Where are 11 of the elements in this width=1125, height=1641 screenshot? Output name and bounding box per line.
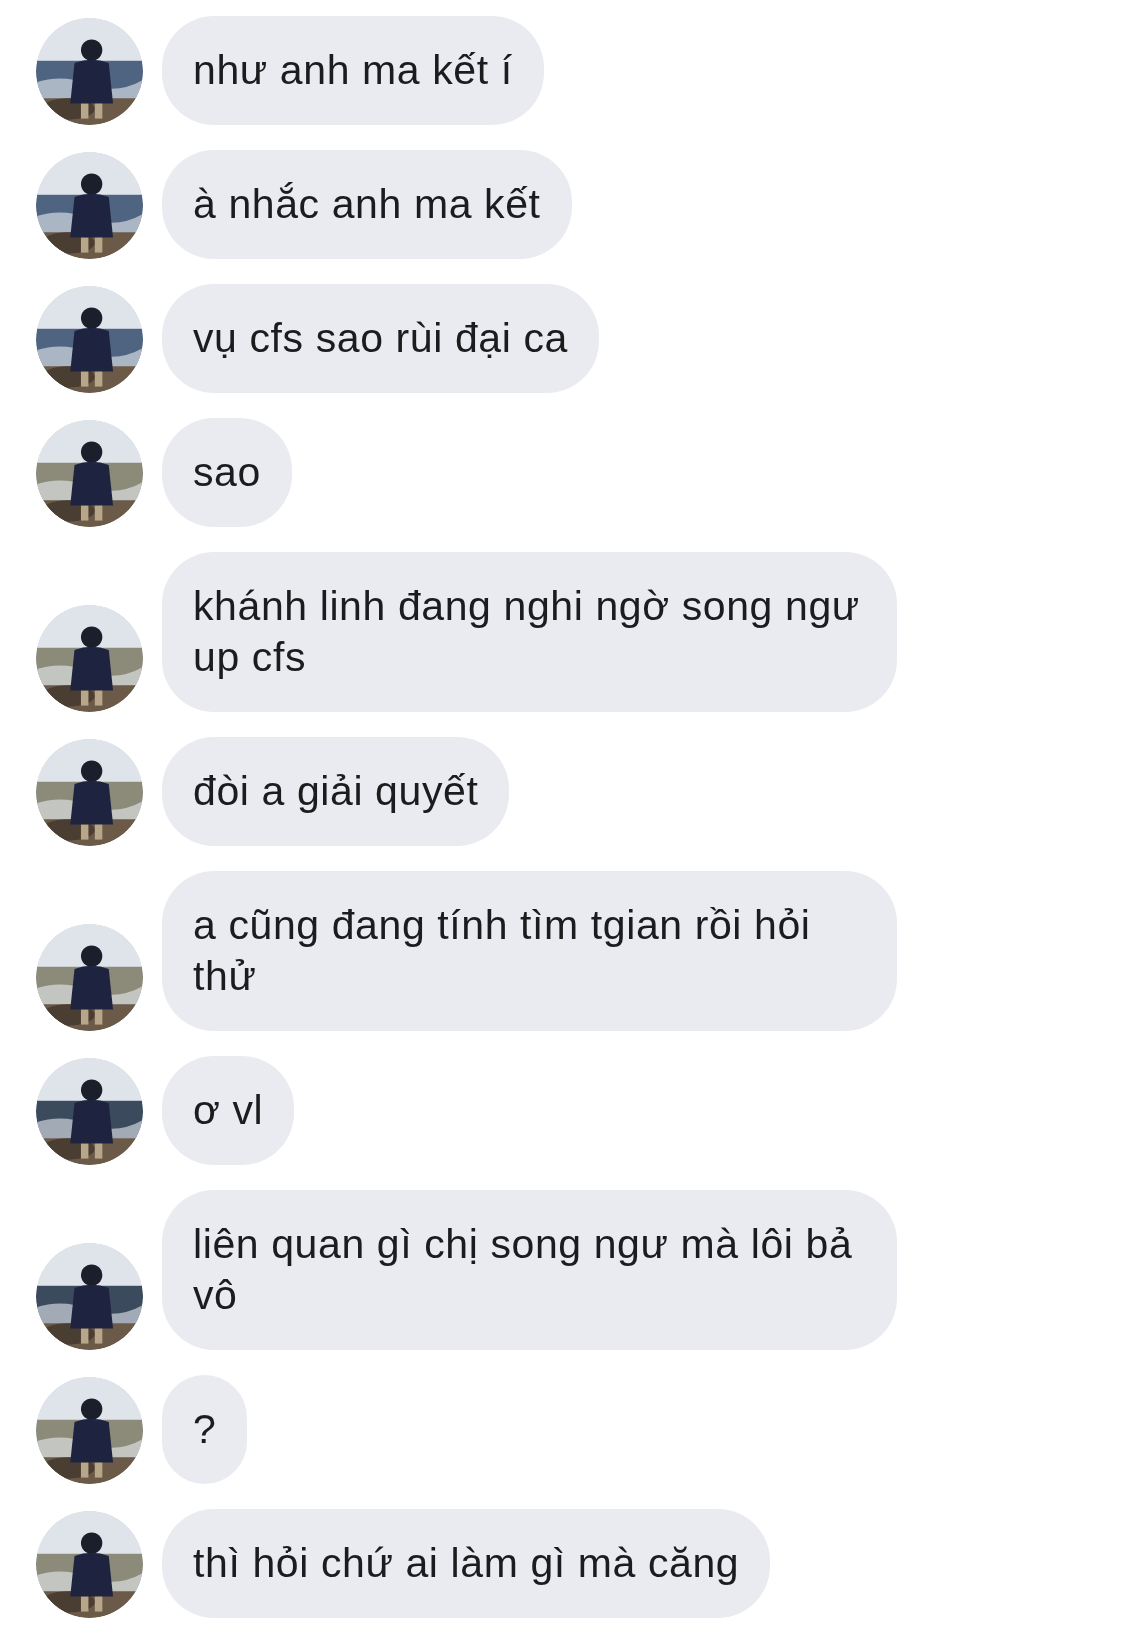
message-bubble: đòi a giải quyết bbox=[162, 737, 510, 846]
message-bubble: sao bbox=[162, 418, 292, 527]
message-bubble: vụ cfs sao rùi đại ca bbox=[162, 284, 599, 393]
message-bubble: khánh linh đang nghi ngờ song ngư up cfs bbox=[162, 552, 897, 712]
message-bubble: ơ vl bbox=[162, 1056, 295, 1165]
message-bubble: như anh ma kết í bbox=[162, 16, 544, 125]
message-bubble: liên quan gì chị song ngư mà lôi bả vô bbox=[162, 1190, 897, 1350]
message-bubble: ? bbox=[162, 1375, 248, 1484]
message-bubble: à nhắc anh ma kết bbox=[162, 150, 572, 259]
message-bubble: thì hỏi chứ ai làm gì mà căng bbox=[162, 1509, 771, 1618]
message-bubble: a cũng đang tính tìm tgian rồi hỏi thử bbox=[162, 871, 897, 1031]
